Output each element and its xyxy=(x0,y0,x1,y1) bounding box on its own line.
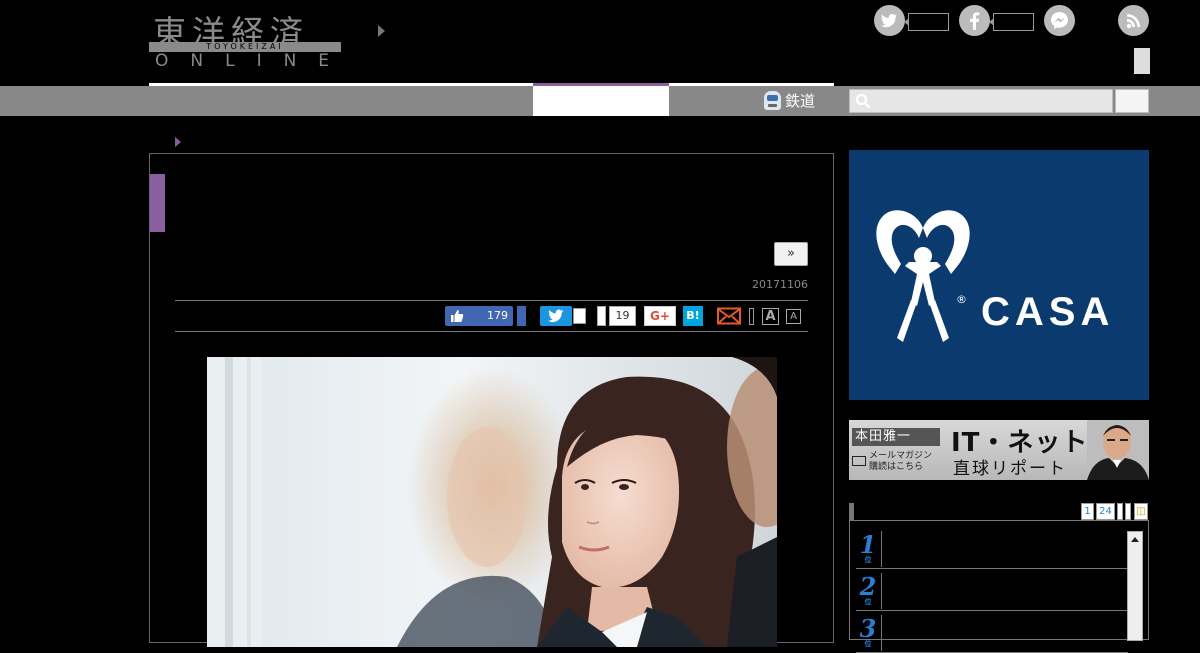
ranking-scrollbar[interactable] xyxy=(1127,531,1143,641)
pocket-button[interactable] xyxy=(597,306,606,326)
ranking-tab-book-icon[interactable]: ◫ xyxy=(1134,503,1148,520)
nav-tab-active[interactable] xyxy=(533,83,669,116)
nav-link-rail-label: 鉄道 xyxy=(785,92,816,110)
author-portrait xyxy=(1087,420,1149,480)
ranking-tab-week[interactable] xyxy=(1117,503,1123,520)
title-accent-bar xyxy=(150,174,165,232)
nav-top-border xyxy=(149,83,533,86)
search-input[interactable] xyxy=(874,90,1110,112)
ad-it-author: 本田雅一 xyxy=(852,428,940,446)
train-icon xyxy=(764,91,781,110)
ranking-tab-24h[interactable]: 24 xyxy=(1096,503,1115,520)
hatena-bookmark-button[interactable]: B! xyxy=(683,306,703,326)
twitter-follow-icon[interactable] xyxy=(874,5,905,36)
article-date: 20171106 xyxy=(752,278,808,291)
print-button[interactable] xyxy=(749,308,754,325)
facebook-share-button[interactable] xyxy=(517,306,526,326)
rank-number: 1位 xyxy=(857,533,879,564)
envelope-icon xyxy=(852,456,866,466)
facebook-follow-icon[interactable] xyxy=(959,5,990,36)
ad-it-subscribe: メールマガジン 購読はこちら xyxy=(869,451,932,473)
nav-link-rail[interactable]: 鉄道 xyxy=(764,90,815,111)
office-woman-photo xyxy=(207,357,777,647)
facebook-follow-count xyxy=(989,13,1034,31)
ranking-header-bar xyxy=(849,503,854,520)
rss-icon[interactable] xyxy=(1118,5,1149,36)
ranking-tab-month[interactable] xyxy=(1125,503,1131,520)
twitter-share-count xyxy=(573,308,586,324)
rank-number: 2位 xyxy=(857,575,879,606)
article-hero-image xyxy=(207,357,777,647)
nav-top-border-right xyxy=(669,83,834,86)
ad-banner-it-net[interactable]: 本田雅一 メールマガジン 購読はこちら IT・ネット 直球リポート xyxy=(849,420,1149,480)
share-divider-bottom xyxy=(175,331,808,332)
font-size-large-button[interactable]: A xyxy=(762,308,779,325)
mail-icon[interactable] xyxy=(717,307,741,325)
article-panel: » 20171106 179 19 G+ B! A A xyxy=(149,153,834,647)
menu-toggle[interactable] xyxy=(1134,48,1150,74)
site-logo[interactable]: 東洋経済 TOYOKEIZAI ONLINE xyxy=(149,6,341,71)
rank-number-value: 3 xyxy=(859,614,877,643)
twitter-follow-count xyxy=(904,13,949,31)
ad-it-small-line2: 購読はこちら xyxy=(869,462,924,472)
search-box xyxy=(849,89,1113,113)
ranking-item[interactable]: 3位 xyxy=(856,613,1128,653)
facebook-like-count: 179 xyxy=(487,309,508,322)
pocket-count: 19 xyxy=(609,306,636,326)
facebook-like-button[interactable]: 179 xyxy=(445,306,513,326)
logo-en: ONLINE xyxy=(155,51,352,71)
ranking-tab-1h[interactable]: 1 xyxy=(1081,503,1094,520)
ranking-item[interactable]: 2位 xyxy=(856,571,1128,611)
font-size-small-button[interactable]: A xyxy=(786,309,801,324)
ranking-item[interactable]: 1位 xyxy=(856,529,1128,569)
casa-heart-logo-icon xyxy=(876,210,970,342)
ranking-list: 1位 2位 3位 xyxy=(849,520,1149,653)
rank-number: 3位 xyxy=(857,614,879,648)
ad-banner-casa[interactable]: ® CASA xyxy=(849,150,1149,400)
logo-arrow-icon[interactable] xyxy=(378,25,385,37)
twitter-share-button[interactable] xyxy=(540,306,572,326)
casa-brand-text: CASA xyxy=(981,290,1115,334)
share-divider-top xyxy=(175,300,808,301)
rank-divider xyxy=(881,531,882,567)
rank-divider xyxy=(881,573,882,609)
ad-it-subtitle: 直球リポート xyxy=(953,459,1067,479)
google-plus-button[interactable]: G+ xyxy=(644,306,676,326)
twitter-icon xyxy=(548,309,564,323)
search-icon xyxy=(855,93,871,109)
breadcrumb-arrow-icon xyxy=(175,137,181,147)
next-page-button[interactable]: » xyxy=(774,242,808,266)
ad-it-small-line1: メールマガジン xyxy=(869,451,933,461)
casa-reg-mark: ® xyxy=(956,293,967,306)
thumbs-up-icon xyxy=(451,310,464,322)
messenger-icon[interactable] xyxy=(1044,5,1075,36)
rank-divider xyxy=(881,615,882,651)
search-button[interactable] xyxy=(1115,89,1149,113)
